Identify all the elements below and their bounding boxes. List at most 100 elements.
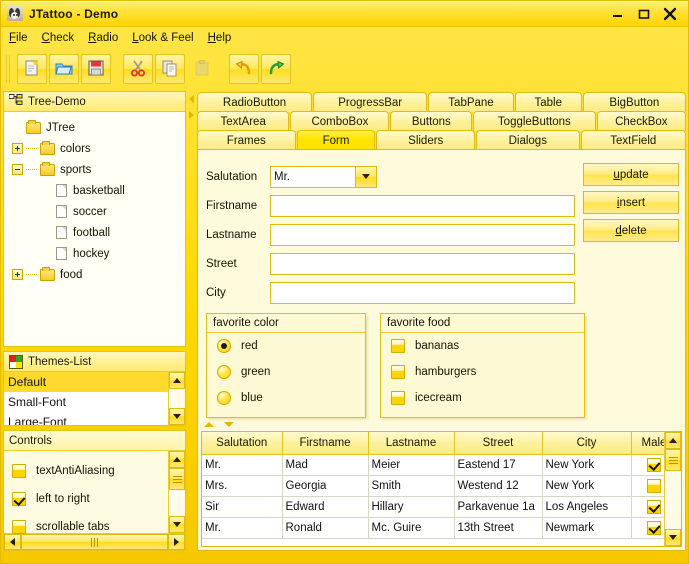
checkbox-checked-icon[interactable]: [646, 520, 661, 535]
menu-file[interactable]: File: [9, 32, 28, 44]
salutation-combobox[interactable]: Mr.: [270, 165, 377, 188]
scroll-thumb[interactable]: [169, 468, 185, 490]
toolbar-cut-button[interactable]: [123, 54, 153, 84]
tab-textfield[interactable]: TextField: [580, 130, 686, 150]
scroll-track[interactable]: [169, 490, 185, 516]
cell-street[interactable]: Westend 12: [454, 475, 543, 497]
themes-list-vertical-scrollbar[interactable]: [168, 372, 185, 425]
tab-dialogs[interactable]: Dialogs: [476, 130, 580, 150]
cell-city[interactable]: Los Angeles: [542, 496, 632, 518]
delete-button[interactable]: d elete: [583, 219, 679, 242]
collapse-down-arrow-icon[interactable]: [224, 422, 234, 427]
cell-city[interactable]: New York: [542, 475, 632, 497]
tab-textarea[interactable]: TextArea: [197, 111, 290, 131]
cell-lastname[interactable]: Meier: [368, 454, 455, 476]
menu-help[interactable]: Help: [208, 32, 232, 44]
menu-check[interactable]: Check: [42, 32, 75, 44]
cell-firstname[interactable]: Mad: [282, 454, 369, 476]
cell-male[interactable]: [631, 475, 664, 497]
radio-red[interactable]: red: [207, 333, 365, 359]
column-header-street[interactable]: Street: [454, 432, 543, 455]
table-vertical-scrollbar[interactable]: [664, 432, 681, 546]
themes-list[interactable]: Default Small-Font Large-Font: [4, 372, 168, 425]
close-button[interactable]: [662, 6, 678, 22]
insert-button[interactable]: i nsert: [583, 191, 679, 214]
checkbox-left-to-right[interactable]: left to right: [12, 485, 168, 513]
scroll-down-button[interactable]: [665, 529, 681, 546]
tree-expand-handle-colors[interactable]: [12, 143, 23, 154]
scroll-up-button[interactable]: [169, 372, 185, 389]
toolbar-undo-button[interactable]: [229, 54, 259, 84]
cell-salutation[interactable]: Mr.: [202, 454, 283, 476]
cell-lastname[interactable]: Hillary: [368, 496, 455, 518]
cell-street[interactable]: 13th Street: [454, 517, 543, 539]
checkbox-hamburgers[interactable]: hamburgers: [381, 359, 584, 385]
toolbar-open-button[interactable]: [49, 54, 79, 84]
cell-firstname[interactable]: Ronald: [282, 517, 369, 539]
tab-radiobutton[interactable]: RadioButton: [197, 92, 313, 112]
checkbox-text-antialiasing[interactable]: textAntiAliasing: [12, 457, 168, 485]
column-header-salutation[interactable]: Salutation: [202, 432, 283, 455]
toolbar-redo-button[interactable]: [261, 54, 291, 84]
cell-firstname[interactable]: Edward: [282, 496, 369, 518]
street-input[interactable]: [270, 252, 575, 275]
tab-sliders[interactable]: Sliders: [376, 130, 476, 150]
scroll-track[interactable]: [169, 389, 185, 408]
city-input[interactable]: [270, 281, 575, 304]
column-header-firstname[interactable]: Firstname: [282, 432, 369, 455]
tab-bigbutton[interactable]: BigButton: [582, 92, 686, 112]
toolbar-save-button[interactable]: [81, 54, 111, 84]
scroll-thumb[interactable]: [665, 449, 681, 471]
cell-firstname[interactable]: Georgia: [282, 475, 369, 497]
checkbox-checked-icon[interactable]: [646, 499, 661, 514]
cell-salutation[interactable]: Mrs.: [202, 475, 283, 497]
tab-frames[interactable]: Frames: [197, 130, 296, 150]
cell-street[interactable]: Eastend 17: [454, 454, 543, 476]
toolbar-copy-button[interactable]: [155, 54, 185, 84]
checkbox-icon[interactable]: [391, 365, 405, 379]
tab-buttons[interactable]: Buttons: [390, 111, 473, 131]
combobox-dropdown-button[interactable]: [355, 165, 377, 188]
vertical-splitter[interactable]: [186, 91, 197, 551]
menu-look-and-feel[interactable]: Look & Feel: [132, 32, 193, 44]
checkbox-icon[interactable]: [12, 464, 26, 478]
column-header-lastname[interactable]: Lastname: [368, 432, 455, 455]
tree-collapse-handle-sports[interactable]: [12, 164, 23, 175]
cell-street[interactable]: Parkavenue 1a: [454, 496, 543, 518]
cell-salutation[interactable]: Mr.: [202, 517, 283, 539]
scroll-left-button[interactable]: [4, 534, 21, 550]
update-button[interactable]: u pdate: [583, 163, 679, 186]
toolbar-new-button[interactable]: [17, 54, 47, 84]
collapse-left-arrow-icon[interactable]: [189, 95, 194, 103]
tab-progressbar[interactable]: ProgressBar: [313, 92, 428, 112]
cell-lastname[interactable]: Mc. Guire: [368, 517, 455, 539]
tab-togglebuttons[interactable]: ToggleButtons: [473, 111, 596, 131]
scroll-up-button[interactable]: [169, 451, 185, 468]
scroll-right-button[interactable]: [168, 534, 185, 550]
scroll-up-button[interactable]: [665, 432, 681, 449]
firstname-input[interactable]: [270, 194, 575, 217]
tab-combobox[interactable]: ComboBox: [290, 111, 390, 131]
tree-node-colors[interactable]: colors: [10, 138, 185, 159]
cell-lastname[interactable]: Smith: [368, 475, 455, 497]
maximize-button[interactable]: [636, 6, 652, 22]
table-row[interactable]: Mrs. Georgia Smith Westend 12 New York: [202, 475, 664, 497]
table-row[interactable]: Mr. Ronald Mc. Guire 13th Street Newmark: [202, 517, 664, 539]
themes-list-item-default[interactable]: Default: [4, 372, 168, 392]
controls-horizontal-scrollbar[interactable]: [4, 533, 185, 550]
scroll-thumb[interactable]: [21, 534, 168, 550]
controls-vertical-scrollbar[interactable]: [168, 451, 185, 533]
table-row[interactable]: Sir Edward Hillary Parkavenue 1a Los Ang…: [202, 496, 664, 518]
scroll-down-button[interactable]: [169, 408, 185, 425]
toolbar-drag-handle[interactable]: [5, 55, 13, 83]
tree-node-food[interactable]: food: [10, 264, 185, 285]
data-table[interactable]: Salutation Firstname Lastname Street Cit…: [202, 432, 664, 539]
tree-node-sports[interactable]: sports: [10, 159, 185, 180]
cell-city[interactable]: New York: [542, 454, 632, 476]
menu-radio[interactable]: Radio: [88, 32, 118, 44]
themes-list-item-small-font[interactable]: Small-Font: [4, 392, 168, 412]
cell-city[interactable]: Newmark: [542, 517, 632, 539]
checkbox-icon[interactable]: [391, 391, 405, 405]
tree-node-basketball[interactable]: basketball: [10, 180, 185, 201]
radio-green[interactable]: green: [207, 359, 365, 385]
